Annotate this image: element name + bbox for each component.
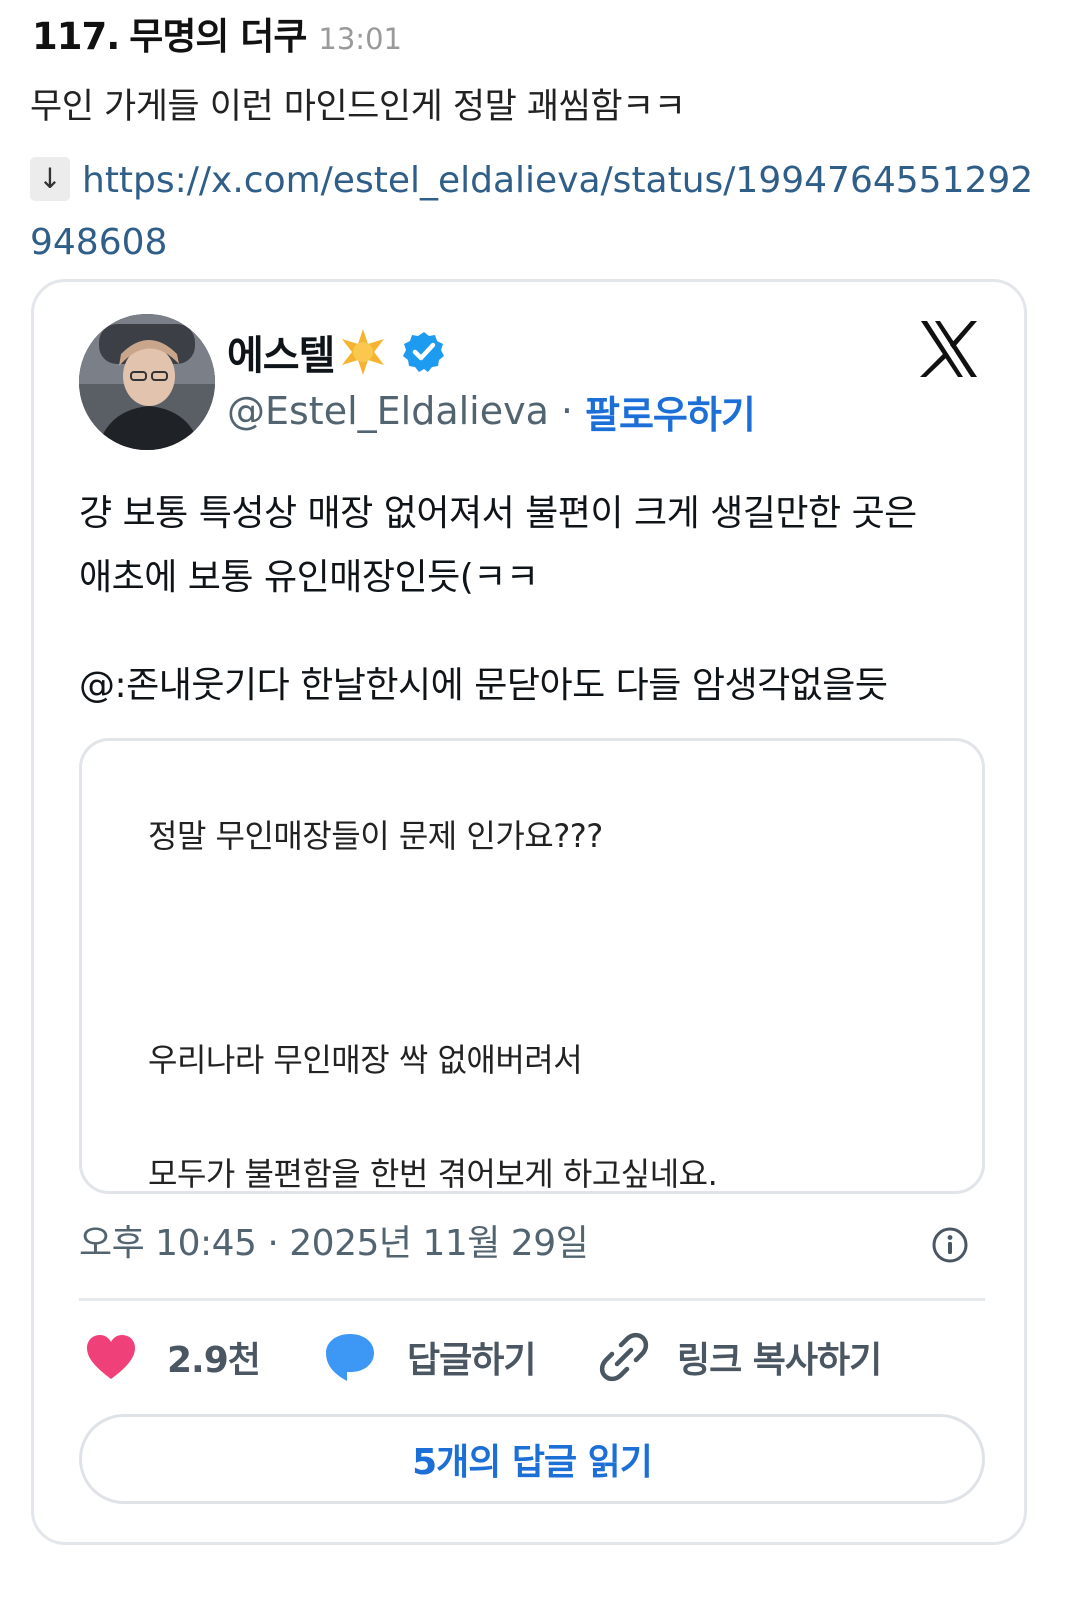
display-name[interactable]: 에스텔 xyxy=(227,323,335,381)
tweet-body-line: 걍 보통 특성상 매장 없어져서 불편이 크게 생길만한 곳은 xyxy=(79,493,917,534)
copy-link-button[interactable]: 링크 복사하기 xyxy=(597,1327,882,1387)
tweet-timestamp[interactable]: 오후 10:45 · 2025년 11월 29일 xyxy=(79,1214,589,1266)
post-time: 13:01 xyxy=(318,22,402,56)
divider xyxy=(79,1298,985,1301)
tweet-embed-card[interactable]: 에스텔 @Estel_Eldalieva · 팔로우하기 걍 보통 특성상 매장… xyxy=(31,279,1027,1545)
quoted-image[interactable]: 정말 무인매장들이 문제 인가요??? 우리나라 무인매장 싹 없애버려서 모두… xyxy=(79,738,985,1194)
download-arrow-icon: ↓ xyxy=(30,157,70,201)
verified-badge-icon xyxy=(403,332,445,372)
tweet-body-line: @:존내웃기다 한날한시에 문닫아도 다들 암생각없을듯 xyxy=(79,665,888,706)
tweet-body: 걍 보통 특성상 매장 없어져서 불편이 크게 생길만한 곳은 애초에 보통 유… xyxy=(79,482,979,718)
post-author[interactable]: 무명의 더쿠 xyxy=(129,6,307,60)
heart-icon xyxy=(87,1335,135,1379)
quoted-text-line: 모두가 불편함을 한번 겪어보게 하고싶네요. xyxy=(148,1155,718,1193)
post-text: 무인 가게들 이런 마인드인게 정말 괘씸함ㅋㅋ xyxy=(30,87,686,127)
handle-row: @Estel_Eldalieva · 팔로우하기 xyxy=(227,384,756,439)
speech-bubble-icon xyxy=(326,1334,374,1381)
x-logo-icon[interactable] xyxy=(918,318,980,380)
quoted-text-line: 정말 무인매장들이 문제 인가요??? xyxy=(148,817,603,855)
star-badge-icon xyxy=(342,329,385,375)
quoted-text-line: 우리나라 무인매장 싹 없애버려서 xyxy=(148,1041,583,1079)
tweet-body-line: 애초에 보통 유인매장인듯(ㅋㅋ xyxy=(79,557,539,598)
separator-dot: · xyxy=(560,389,573,433)
reply-label: 답글하기 xyxy=(407,1340,536,1381)
avatar[interactable] xyxy=(79,314,215,450)
post-link-url[interactable]: https://x.com/estel_eldalieva/status/199… xyxy=(30,160,1033,263)
like-count: 2.9천 xyxy=(167,1340,261,1381)
read-replies-button[interactable]: 5개의 답글 읽기 xyxy=(79,1414,985,1504)
reply-button[interactable]: 답글하기 xyxy=(323,1327,536,1387)
tweet-actions: 2.9천 답글하기 링크 복사하기 xyxy=(79,1327,985,1387)
follow-link[interactable]: 팔로우하기 xyxy=(585,384,756,439)
like-button[interactable]: 2.9천 xyxy=(85,1327,261,1387)
post-number: 117. xyxy=(32,15,120,58)
post-header: 117. 무명의 더쿠 13:01 xyxy=(32,6,402,58)
link-icon xyxy=(599,1332,649,1382)
copy-link-label: 링크 복사하기 xyxy=(677,1340,882,1381)
user-handle[interactable]: @Estel_Eldalieva xyxy=(227,389,549,433)
post-link[interactable]: ↓ https://x.com/estel_eldalieva/status/19… xyxy=(30,150,1040,274)
info-icon[interactable] xyxy=(931,1226,969,1264)
display-name-row: 에스텔 xyxy=(227,322,446,382)
